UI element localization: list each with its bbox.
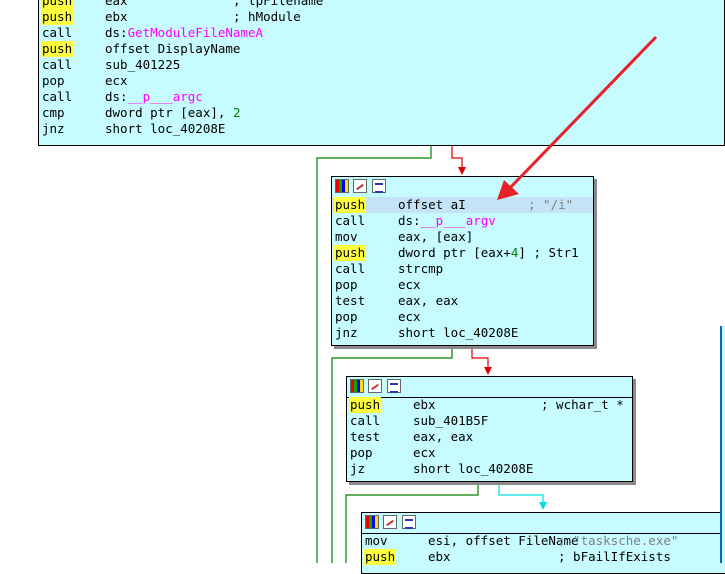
annotation-arrow bbox=[497, 35, 658, 200]
